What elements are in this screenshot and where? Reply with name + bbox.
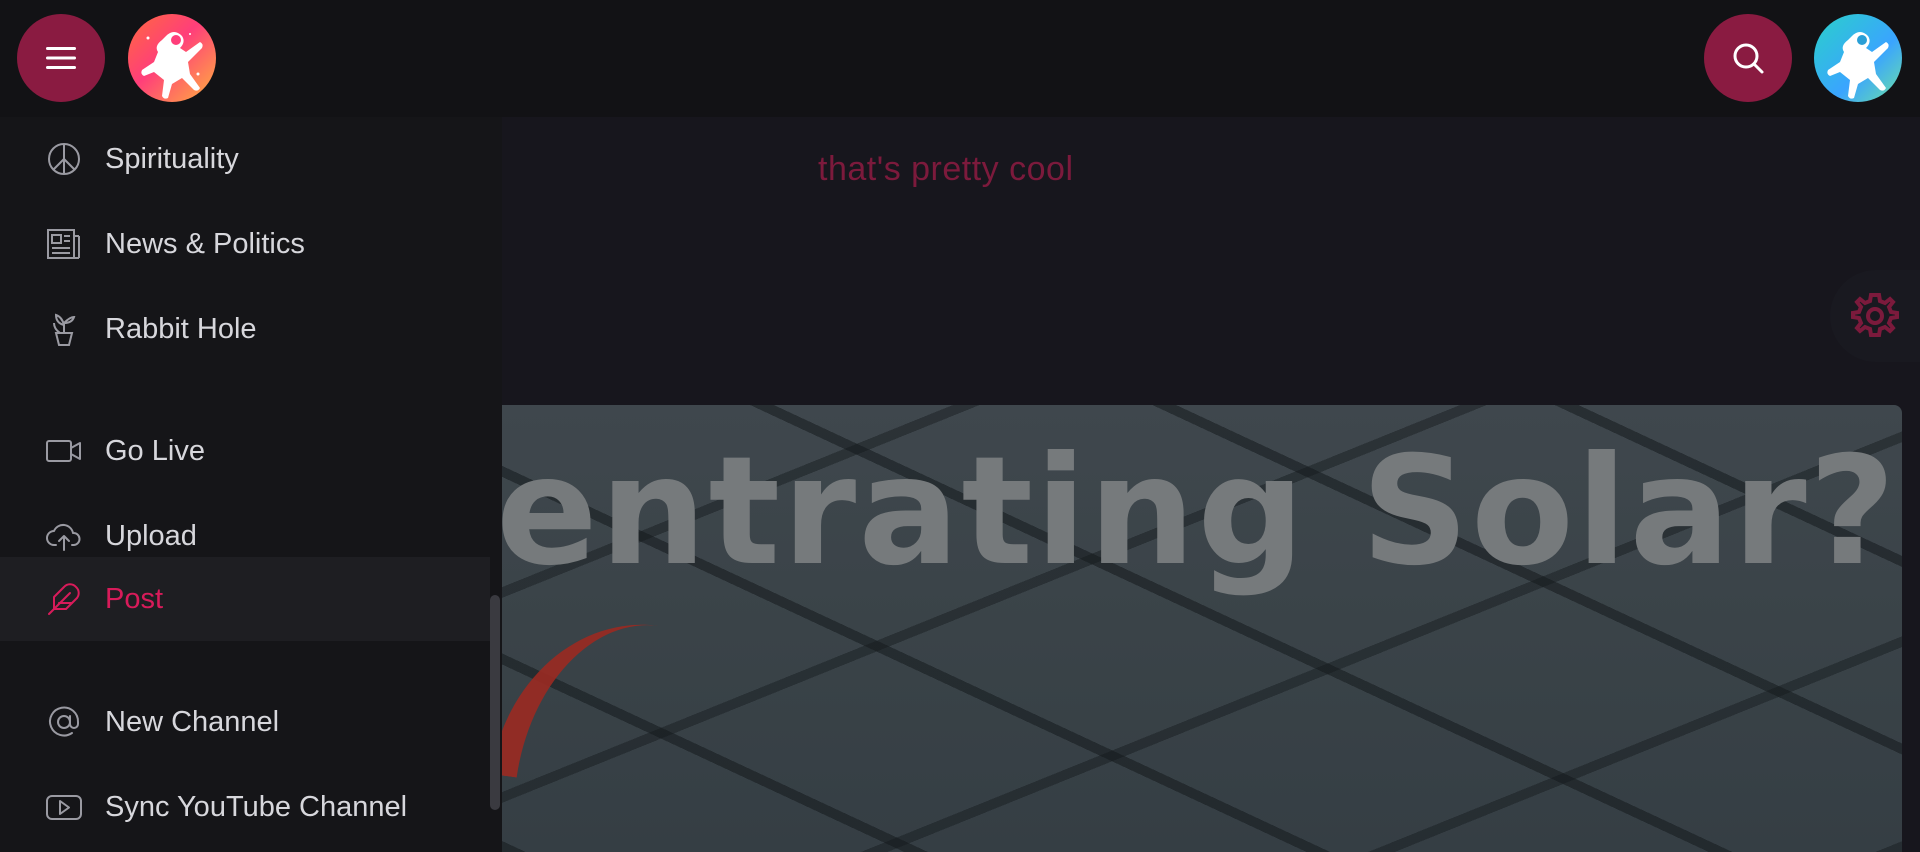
sidebar-item-spirituality[interactable]: Spirituality (0, 117, 490, 201)
sidebar-item-label: New Channel (105, 705, 280, 738)
sidebar-item-label: Upload (105, 519, 197, 552)
astronaut-logo-icon (141, 32, 203, 99)
cloud-upload-icon (46, 518, 82, 554)
astronaut-avatar-icon (1827, 32, 1889, 99)
comment-text: that's pretty cool (818, 150, 1074, 188)
sidebar-item-label: Sync YouTube Channel (105, 790, 408, 823)
sidebar: Spirituality News & Politics Rabbit Hole… (0, 117, 502, 852)
thumbnail-swoosh-graphic (502, 605, 660, 795)
gear-icon (1851, 293, 1899, 337)
sidebar-item-news-politics[interactable]: News & Politics (0, 202, 490, 286)
sidebar-item-new-channel[interactable]: New Channel (0, 680, 490, 764)
sidebar-item-label: Post (105, 582, 164, 615)
site-logo[interactable] (128, 14, 216, 102)
plant-icon (46, 311, 82, 347)
newspaper-icon (46, 226, 82, 262)
search-icon (1733, 43, 1764, 74)
settings-button[interactable] (1830, 270, 1920, 362)
menu-button[interactable] (17, 14, 105, 102)
user-avatar[interactable] (1814, 14, 1902, 102)
sidebar-item-label: Go Live (105, 434, 205, 467)
sidebar-item-post[interactable]: Post (0, 557, 490, 641)
at-sign-icon (46, 704, 82, 740)
hamburger-icon (46, 47, 76, 69)
video-thumbnail[interactable]: entrating Solar? (502, 405, 1902, 852)
search-button[interactable] (1704, 14, 1792, 102)
sidebar-item-label: News & Politics (105, 227, 305, 260)
top-bar (0, 0, 1920, 117)
sidebar-item-sync-youtube[interactable]: Sync YouTube Channel (0, 765, 490, 849)
sidebar-item-go-live[interactable]: Go Live (0, 409, 490, 493)
sidebar-scrollbar[interactable] (490, 595, 500, 810)
youtube-icon (46, 789, 82, 825)
sidebar-item-label: Rabbit Hole (105, 312, 257, 345)
peace-icon (46, 141, 82, 177)
feather-icon (46, 581, 82, 617)
sidebar-item-rabbit-hole[interactable]: Rabbit Hole (0, 287, 490, 371)
video-camera-icon (46, 433, 82, 469)
sidebar-item-label: Spirituality (105, 142, 239, 175)
thumbnail-title: entrating Solar? (502, 425, 1898, 599)
